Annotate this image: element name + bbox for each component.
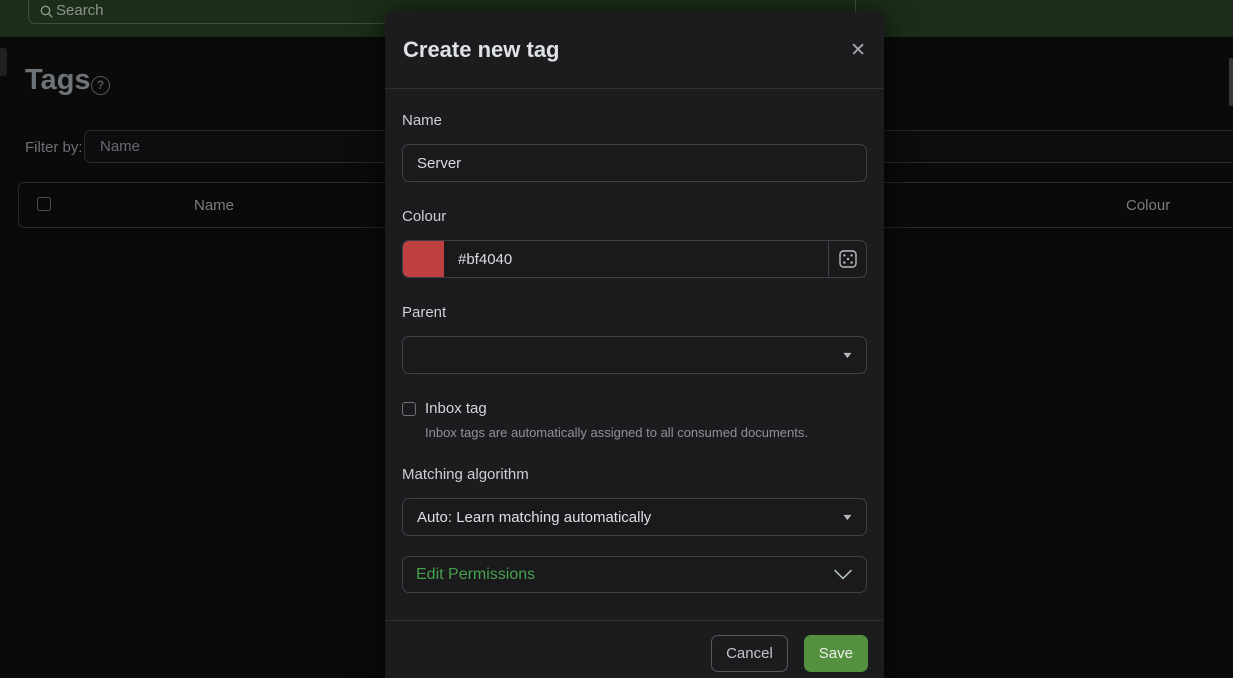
inbox-tag-group: Inbox tag Inbox tags are automatically a… [402,400,867,440]
close-icon[interactable]: ✕ [850,41,866,60]
matching-select-value: Auto: Learn matching automatically [417,509,651,526]
inbox-tag-row: Inbox tag [402,400,867,417]
colour-hex-input[interactable] [444,241,828,277]
matching-field-group: Matching algorithm Auto: Learn matching … [402,466,867,536]
column-header-name[interactable]: Name [104,197,324,214]
parent-field-group: Parent ▼ [402,304,867,374]
select-all-checkbox[interactable] [37,197,51,211]
inbox-tag-hint: Inbox tags are automatically assigned to… [425,425,867,440]
modal-body: Name Colour [385,89,884,593]
search-icon [40,5,53,23]
inbox-tag-label[interactable]: Inbox tag [425,400,487,417]
colour-swatch [403,241,444,277]
scrollbar-thumb[interactable] [1229,58,1233,106]
dice-icon [838,249,858,269]
edit-permissions-label: Edit Permissions [416,566,535,584]
matching-algorithm-select[interactable]: Auto: Learn matching automatically ▼ [402,498,867,536]
colour-field-group: Colour [402,208,867,278]
save-button[interactable]: Save [804,635,868,672]
name-label: Name [402,112,867,129]
modal-header: Create new tag ✕ [385,12,884,89]
help-icon[interactable]: ? [91,76,110,95]
modal-title: Create new tag [403,37,560,63]
cancel-button[interactable]: Cancel [711,635,788,672]
random-colour-button[interactable] [828,241,866,277]
caret-down-icon: ▼ [841,350,854,360]
sidebar-edge [0,48,7,76]
edit-permissions-accordion[interactable]: Edit Permissions [402,556,867,593]
chevron-down-icon [833,569,853,580]
inbox-tag-checkbox[interactable] [402,402,416,416]
app-screen: Tags ? Filter by: Name Colour Create new… [0,0,1233,678]
name-input[interactable] [402,144,867,182]
parent-select[interactable]: ▼ [402,336,867,374]
parent-label: Parent [402,304,867,321]
column-header-colour[interactable]: Colour [1126,197,1170,214]
page-title: Tags [25,64,91,97]
matching-label: Matching algorithm [402,466,867,483]
colour-label: Colour [402,208,867,225]
modal-footer: Cancel Save [385,620,884,678]
caret-down-icon: ▼ [841,512,854,522]
colour-input-group [402,240,867,278]
create-tag-modal: Create new tag ✕ Name Colour [385,12,884,678]
filter-by-label: Filter by: [25,139,83,156]
name-field-group: Name [402,112,867,182]
